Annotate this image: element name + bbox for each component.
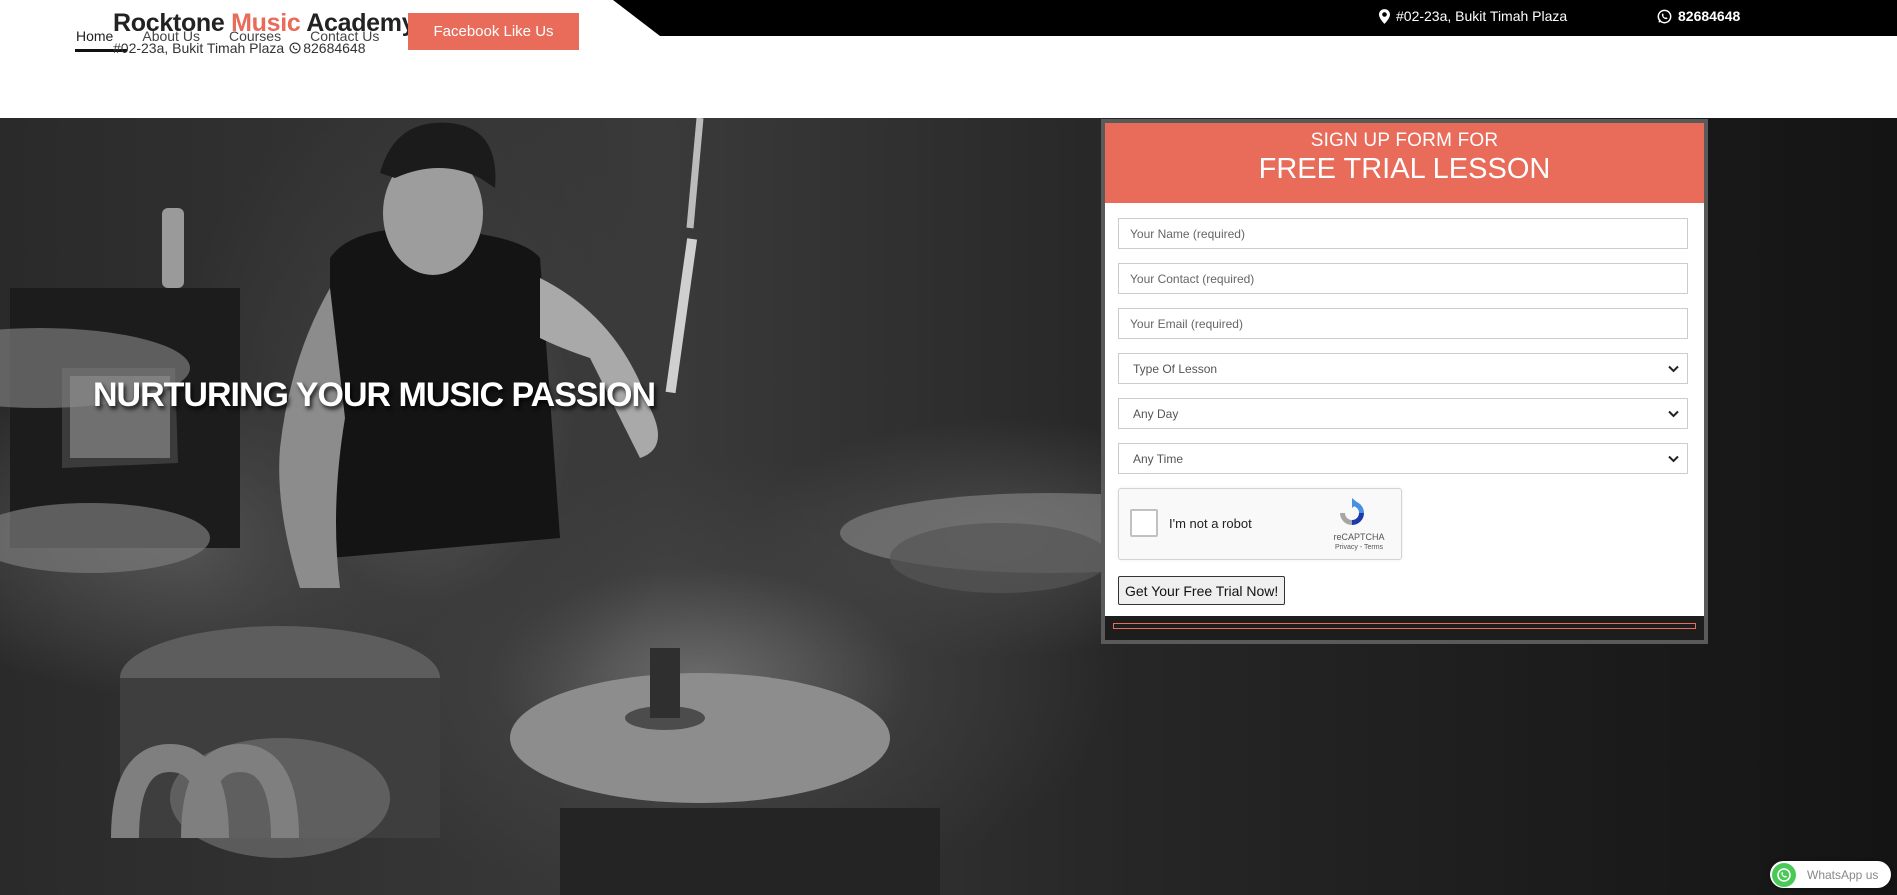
form-footer [1105,616,1704,640]
form-header: SIGN UP FORM FOR FREE TRIAL LESSON [1105,123,1704,203]
chevron-down-icon [1668,455,1679,462]
recaptcha-links[interactable]: Privacy - Terms [1319,544,1399,551]
nav-item-home[interactable]: Home [76,28,113,44]
logo-address: #02-23a, Bukit Timah Plaza [113,40,285,56]
site-header: #02-23a, Bukit Timah Plaza 82684648 Home… [0,0,1897,118]
whatsapp-chat-button[interactable]: WhatsApp us [1770,861,1891,888]
logo-text-part1: Rocktone [113,9,232,37]
lesson-type-select[interactable]: Type Of Lesson [1118,353,1688,384]
recaptcha-icon [1340,498,1364,525]
whatsapp-label: WhatsApp us [1807,867,1879,882]
chevron-down-icon [1668,365,1679,372]
day-value: Any Day [1133,406,1179,421]
name-input[interactable] [1118,218,1688,249]
whatsapp-icon [289,42,301,54]
time-select[interactable]: Any Time [1118,443,1688,474]
chevron-down-icon [1668,410,1679,417]
contact-input[interactable] [1118,263,1688,294]
recaptcha-checkbox[interactable] [1130,509,1158,537]
day-select[interactable]: Any Day [1118,398,1688,429]
lesson-type-value: Type Of Lesson [1133,361,1218,376]
topbar-phone[interactable]: 82684648 [1657,8,1740,24]
site-logo[interactable]: Rocktone Music Academy [113,9,416,38]
recaptcha-brand: reCAPTCHA [1333,532,1385,542]
map-pin-icon [1379,8,1390,24]
hero-title: NURTURING YOUR MUSIC PASSION [93,376,656,414]
logo-phone: 82684648 [303,40,366,56]
topbar-address[interactable]: #02-23a, Bukit Timah Plaza [1379,8,1567,24]
recaptcha-widget: I'm not a robot reCAPTCHA Privacy - Term… [1118,488,1402,560]
email-input[interactable] [1118,308,1688,339]
submit-button[interactable]: Get Your Free Trial Now! [1118,576,1286,605]
recaptcha-label: I'm not a robot [1169,516,1252,531]
form-title: FREE TRIAL LESSON [1258,153,1551,185]
logo-contact-line: #02-23a, Bukit Timah Plaza 82684648 [113,40,366,56]
topbar-address-text: #02-23a, Bukit Timah Plaza [1396,8,1568,24]
form-subtitle: SIGN UP FORM FOR [1310,130,1499,151]
whatsapp-icon [1772,862,1796,887]
logo-text-part2: Academy [300,9,416,37]
topbar-phone-text: 82684648 [1678,8,1741,24]
logo-text-accent: Music [231,9,301,37]
facebook-like-button[interactable]: Facebook Like Us [408,13,579,50]
form-footer-line [1113,623,1696,629]
whatsapp-icon [1657,9,1672,23]
form-body: Type Of Lesson Any Day Any Time I'm not … [1105,203,1704,605]
time-value: Any Time [1133,451,1184,466]
signup-form: SIGN UP FORM FOR FREE TRIAL LESSON Type … [1101,119,1708,644]
